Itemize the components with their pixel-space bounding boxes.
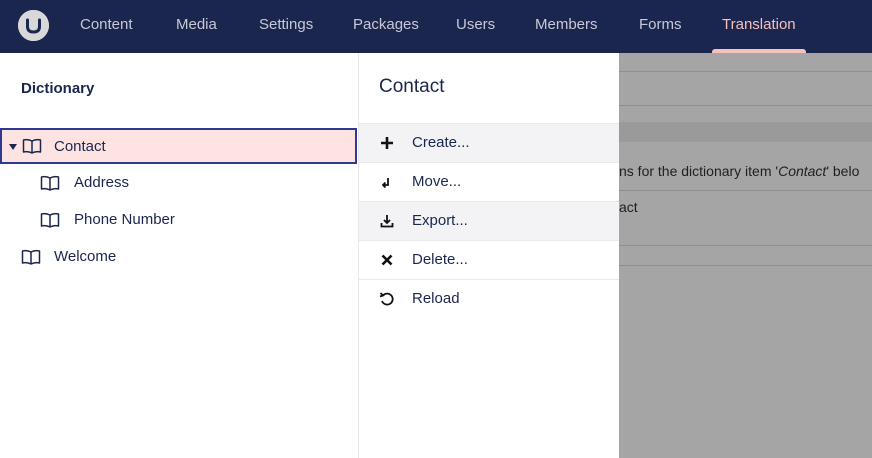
create-action[interactable]: Create... <box>359 123 619 162</box>
move-icon <box>381 178 389 189</box>
tree-item-label: Phone Number <box>74 211 175 228</box>
tree-item-address[interactable]: Address <box>0 164 358 201</box>
nav-packages[interactable]: Packages <box>353 0 419 53</box>
tree-item-phone-number[interactable]: Phone Number <box>0 201 358 238</box>
nav-forms[interactable]: Forms <box>639 0 682 53</box>
export-icon <box>380 215 394 228</box>
tree-title: Dictionary <box>21 80 95 97</box>
delete-icon <box>381 254 393 266</box>
nav-settings[interactable]: Settings <box>259 0 313 53</box>
bg-divider <box>619 71 872 72</box>
bg-description-text: ns for the dictionary item 'Contact' bel… <box>619 163 860 179</box>
book-icon <box>40 175 60 191</box>
tree-item-welcome[interactable]: Welcome <box>0 238 358 275</box>
tree-item-label: Contact <box>54 138 106 155</box>
top-navigation-bar: Content Media Settings Packages Users Me… <box>0 0 872 53</box>
actions-menu-panel: Contact Create... Move... Export... Dele… <box>359 53 619 458</box>
reload-icon <box>379 292 394 306</box>
nav-translation[interactable]: Translation <box>712 0 806 53</box>
nav-content[interactable]: Content <box>80 0 133 53</box>
nav-translation-label: Translation <box>722 16 796 33</box>
bg-divider <box>619 105 872 106</box>
book-icon <box>22 138 42 154</box>
bg-header-band <box>619 122 872 142</box>
bg-value-fragment: act <box>619 199 638 215</box>
reload-action-label: Reload <box>412 290 460 307</box>
delete-action[interactable]: Delete... <box>359 240 619 279</box>
caret-down-icon[interactable] <box>9 144 17 150</box>
umbraco-logo-icon[interactable] <box>18 10 49 41</box>
bg-divider <box>619 190 872 191</box>
bg-divider <box>619 265 872 266</box>
export-action-label: Export... <box>412 212 468 229</box>
plus-icon <box>381 137 393 149</box>
book-icon <box>21 249 41 265</box>
create-action-label: Create... <box>412 134 470 151</box>
reload-action[interactable]: Reload <box>359 279 619 318</box>
export-action[interactable]: Export... <box>359 201 619 240</box>
tree-item-label: Address <box>74 174 130 191</box>
menu-title: Contact <box>379 76 445 97</box>
move-action[interactable]: Move... <box>359 162 619 201</box>
tree-item-contact[interactable]: Contact <box>0 128 357 164</box>
dictionary-tree-panel: Dictionary Contact Address Phone Number … <box>0 53 359 458</box>
bg-divider <box>619 245 872 246</box>
nav-media[interactable]: Media <box>176 0 217 53</box>
nav-users[interactable]: Users <box>456 0 495 53</box>
nav-members[interactable]: Members <box>535 0 598 53</box>
tree-item-label: Welcome <box>54 248 117 265</box>
editor-overlay-background: ns for the dictionary item 'Contact' bel… <box>619 53 872 458</box>
book-icon <box>40 212 60 228</box>
delete-action-label: Delete... <box>412 251 468 268</box>
move-action-label: Move... <box>412 173 462 190</box>
